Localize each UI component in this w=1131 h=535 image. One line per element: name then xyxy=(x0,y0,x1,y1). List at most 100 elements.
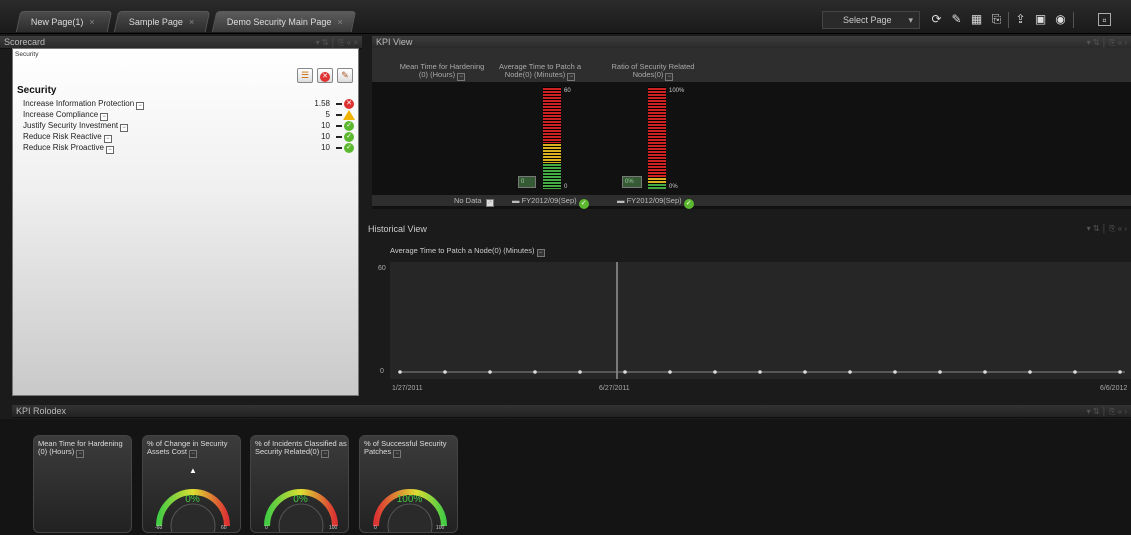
scorecard-row[interactable]: Increase Information Protection − 1.58 ✕ xyxy=(23,99,358,110)
tag-button[interactable]: ✎ xyxy=(337,68,353,83)
kpi-status: ▬ FY2012/09(Sep) ✓ xyxy=(512,195,589,209)
gauge-min: -60 xyxy=(155,525,163,531)
share-icon[interactable]: ⇪ xyxy=(1014,13,1027,26)
data-point[interactable] xyxy=(713,370,717,374)
x-circle-icon: ✕ xyxy=(320,72,330,82)
gauge-value: 0% xyxy=(185,494,200,505)
data-point[interactable] xyxy=(1073,370,1077,374)
chevron-down-icon: ▾ xyxy=(908,15,913,25)
x-date-label: 6/6/2012 xyxy=(1100,385,1128,392)
card-title: % of Incidents Classified as Security Re… xyxy=(255,439,347,458)
close-icon[interactable]: × xyxy=(189,17,194,27)
data-point[interactable] xyxy=(938,370,942,374)
list-view-button[interactable]: ☰ xyxy=(297,68,313,83)
breadcrumb: Security xyxy=(15,51,39,58)
close-icon[interactable]: × xyxy=(89,17,94,27)
historical-chart-svg xyxy=(398,262,1125,379)
minus-icon[interactable]: − xyxy=(103,135,112,143)
new-page-icon[interactable]: ⎘ xyxy=(990,13,1003,26)
data-point[interactable] xyxy=(758,370,762,374)
layout-icon[interactable]: ▦ xyxy=(970,13,983,26)
bar-max-label: 60 xyxy=(564,88,571,94)
data-point[interactable] xyxy=(443,370,447,374)
gauge-center xyxy=(278,503,324,532)
green-check-icon: ✓ xyxy=(344,132,354,142)
data-point[interactable] xyxy=(893,370,897,374)
status-filter-button[interactable]: ✕ xyxy=(317,68,333,83)
tab-new-page[interactable]: New Page(1) × xyxy=(15,11,113,32)
tab-demo-security[interactable]: Demo Security Main Page × xyxy=(211,11,357,32)
bar-min-label: 0% xyxy=(669,184,678,190)
kpi-column-label: Mean Time for Hardening (0) (Hours) − xyxy=(399,62,485,81)
gauge-center xyxy=(170,503,216,532)
historical-chart[interactable] xyxy=(390,262,1131,379)
select-page-dropdown[interactable]: Select Page ▾ xyxy=(822,11,920,29)
data-point[interactable] xyxy=(1028,370,1032,374)
data-point[interactable] xyxy=(1118,370,1122,374)
rolodex-card[interactable]: % of Successful Security Patches − 100% 0… xyxy=(359,435,458,533)
data-point[interactable] xyxy=(398,370,402,374)
kpi-status: ▬ FY2012/09(Sep) ✓ xyxy=(617,195,694,209)
rolodex-card[interactable]: Mean Time for Hardening (0) (Hours) − xyxy=(33,435,132,533)
row-value: 1.58 xyxy=(314,99,330,108)
green-check-icon: ✓ xyxy=(344,143,354,153)
data-point[interactable] xyxy=(578,370,582,374)
rolodex-card[interactable]: % of Incidents Classified as Security Re… xyxy=(250,435,349,533)
red-status-icon: ✕ xyxy=(344,99,354,109)
scorecard-row[interactable]: Reduce Risk Reactive − 10 ✓ xyxy=(23,132,358,143)
view-icon[interactable]: ◉ xyxy=(1054,13,1067,26)
kpi-bar-segment-green xyxy=(543,163,561,189)
panel-title: Historical View xyxy=(368,224,427,234)
kpi-column-label: Ratio of Security Related Nodes(0) − xyxy=(611,62,695,81)
rolodex-card[interactable]: % of Change in Security Assets Cost − ▲ 0… xyxy=(142,435,241,533)
y-max-label: 60 xyxy=(378,265,386,272)
close-icon[interactable]: × xyxy=(337,17,342,27)
data-point[interactable] xyxy=(983,370,987,374)
kpi-bar-segment-green xyxy=(648,183,666,189)
gauge-max: 60 xyxy=(221,525,227,531)
settings-icon[interactable]: ▫ xyxy=(1098,13,1111,27)
data-point[interactable] xyxy=(803,370,807,374)
historical-view-header: Historical View ▾ ⇅ │ ⎘ « › xyxy=(362,221,1131,237)
refresh-icon[interactable]: ⟳ xyxy=(930,13,943,26)
minus-icon[interactable]: − xyxy=(100,113,109,121)
data-point[interactable] xyxy=(488,370,492,374)
gauge-max: 100 xyxy=(329,525,338,531)
export-icon[interactable]: ▣ xyxy=(1034,13,1047,26)
data-point[interactable] xyxy=(668,370,672,374)
data-point[interactable] xyxy=(623,370,627,374)
data-point[interactable] xyxy=(848,370,852,374)
arrow-up-icon: ▲ xyxy=(189,466,197,475)
tab-label: Demo Security Main Page xyxy=(226,17,332,27)
minus-icon[interactable]: − xyxy=(136,102,145,110)
scorecard-row[interactable]: Increase Compliance − 5 xyxy=(23,110,358,121)
gauge-min: 0 xyxy=(265,525,268,531)
gauge-value: 100% xyxy=(396,494,423,505)
tab-sample-page[interactable]: Sample Page × xyxy=(113,11,211,32)
card-title: % of Successful Security Patches − xyxy=(364,439,447,458)
edit-page-icon[interactable]: ✎ xyxy=(950,13,963,26)
kpi-bar-segment-red xyxy=(648,87,666,177)
green-check-icon: ✓ xyxy=(683,199,694,209)
data-point[interactable] xyxy=(533,370,537,374)
gauge-center xyxy=(387,503,433,532)
kpi-value-box: 0% xyxy=(622,176,642,188)
kpi-bar-segment-red xyxy=(543,87,561,143)
kpi-status: No Data ↗ xyxy=(454,196,494,207)
row-value: 10 xyxy=(321,121,330,130)
minus-icon[interactable]: − xyxy=(120,124,129,132)
scorecard-row[interactable]: Justify Security Investment − 10 ✓ xyxy=(23,121,358,132)
x-date-label: 6/27/2011 xyxy=(599,385,630,392)
kpi-column-label: Average Time to Patch a Node(0) (Minutes… xyxy=(499,62,581,81)
minus-icon[interactable]: − xyxy=(105,146,114,154)
tab-label: Sample Page xyxy=(128,17,183,27)
top-tab-bar: New Page(1) × Sample Page × Demo Security … xyxy=(0,0,1131,34)
kpi-value-box: 0 xyxy=(518,176,536,188)
row-value: 10 xyxy=(321,143,330,152)
panel-title: KPI View xyxy=(376,37,413,47)
tab-label: New Page(1) xyxy=(30,17,84,27)
panel-controls[interactable]: ▾ ⇅ │ ⎘ « › xyxy=(1087,221,1127,237)
row-label: Reduce Risk Reactive xyxy=(23,132,102,141)
scorecard-row[interactable]: Reduce Risk Proactive − 10 ✓ xyxy=(23,143,358,154)
panel-controls[interactable]: ▾ ⇅ │ ⎘ « › xyxy=(1087,405,1127,418)
